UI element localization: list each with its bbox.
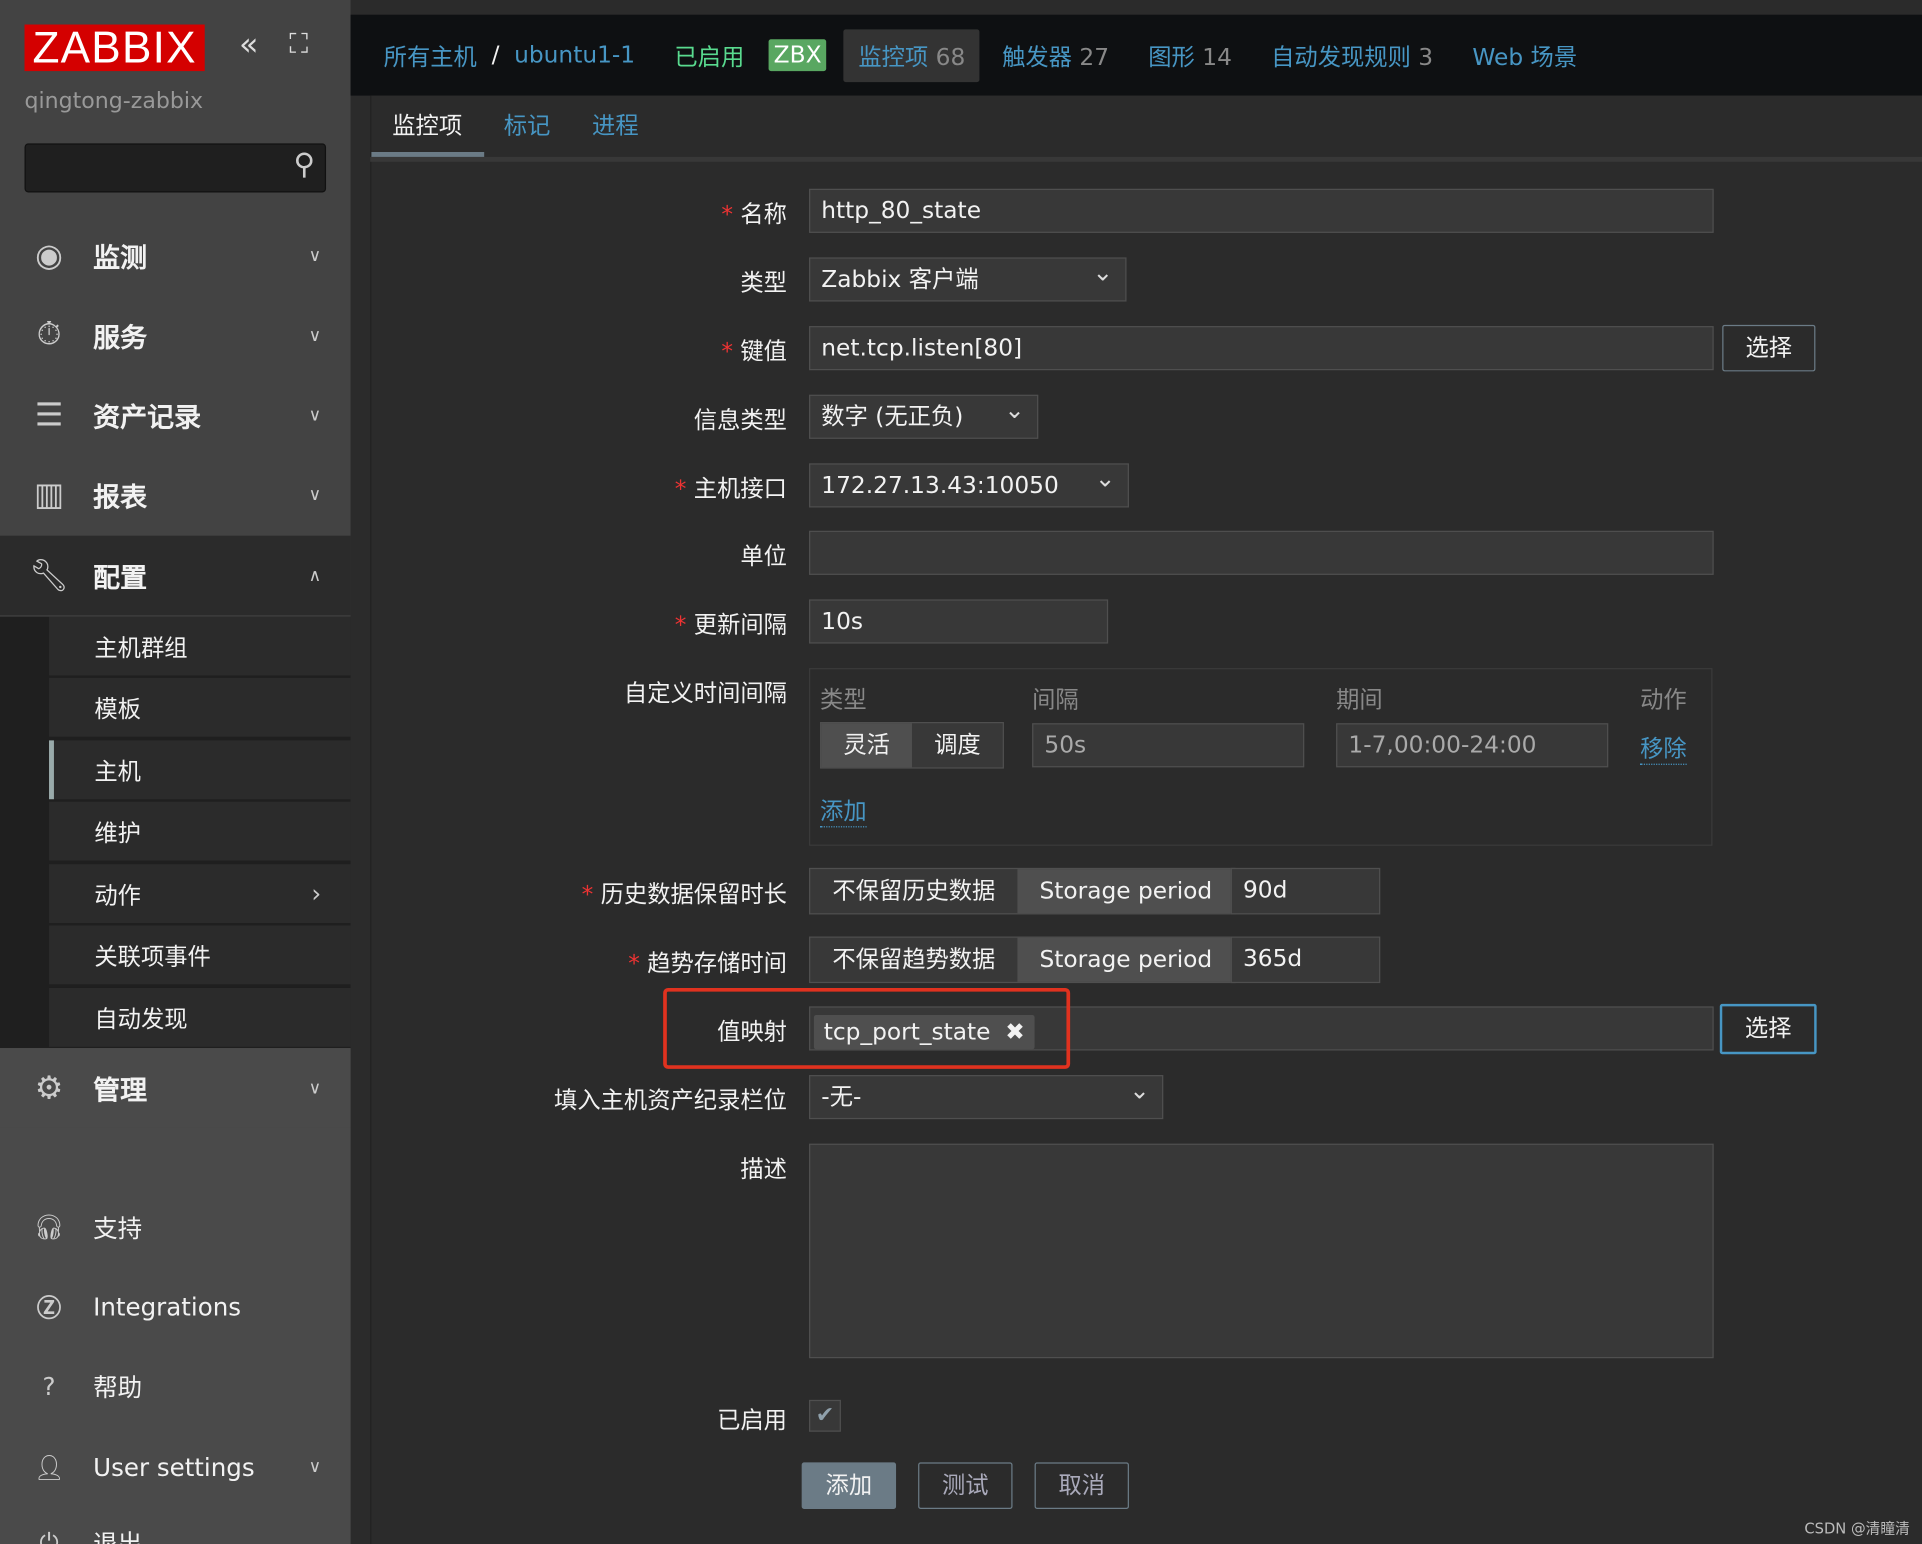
nav-graphs[interactable]: 图形 14 xyxy=(1148,39,1232,72)
menu-administration[interactable]: ⚙ 管理 ∨ xyxy=(0,1048,351,1128)
history-input[interactable]: 90d xyxy=(1230,867,1381,915)
menu-services[interactable]: ⏱ 服务 ∨ xyxy=(0,295,351,375)
scheduling-option[interactable]: 调度 xyxy=(912,723,1003,767)
tab-preprocessing[interactable]: 进程 xyxy=(592,108,639,141)
kiosk-mode-icon[interactable]: ⛶ xyxy=(289,29,308,60)
stopwatch-icon: ⏱ xyxy=(36,316,62,354)
test-button[interactable]: 测试 xyxy=(918,1462,1013,1509)
user-icon: 👤︎ xyxy=(33,1451,65,1482)
menu-configuration[interactable]: 🔧︎ 配置 ∧ xyxy=(0,535,351,616)
flexible-option[interactable]: 灵活 xyxy=(821,723,913,768)
menu-integrations[interactable]: Ⓩ Integrations xyxy=(0,1266,351,1346)
collapse-sidebar-icon[interactable]: « xyxy=(239,27,259,64)
tab-tags[interactable]: 标记 xyxy=(504,108,551,141)
submenu-hosts[interactable]: 主机 xyxy=(49,740,351,800)
zabbix-z-icon: Ⓩ xyxy=(36,1293,62,1323)
nav-web-scenarios[interactable]: Web 场景 xyxy=(1472,39,1577,72)
history-mode-toggle[interactable]: 不保留历史数据 Storage period xyxy=(809,867,1236,915)
chevron-down-icon: ∨ xyxy=(308,245,322,266)
tab-item[interactable]: 监控项 xyxy=(392,108,462,141)
nav-discovery-rules[interactable]: 自动发现规则 3 xyxy=(1271,39,1433,72)
submenu-event-correlation[interactable]: 关联项事件 xyxy=(49,925,351,985)
description-textarea[interactable] xyxy=(809,1143,1714,1359)
chevron-down-icon: ∨ xyxy=(308,325,322,346)
search-icon[interactable]: ⚲ xyxy=(293,147,315,181)
host-navigation: 所有主机 / ubuntu1-1 已启用 ZBX 监控项 68 触发器 27 图… xyxy=(350,14,1922,96)
gear-icon: ⚙ xyxy=(34,1069,64,1107)
cancel-button[interactable]: 取消 xyxy=(1034,1462,1129,1509)
search-input[interactable]: ⚲ xyxy=(24,143,327,193)
zabbix-logo[interactable]: ZABBIX xyxy=(24,24,205,72)
custom-interval-input[interactable]: 50s xyxy=(1032,723,1305,768)
menu-sign-out[interactable]: ⏻ 退出 xyxy=(0,1502,351,1544)
trends-mode-toggle[interactable]: 不保留趋势数据 Storage period xyxy=(809,936,1236,984)
highlight-box xyxy=(663,987,1071,1069)
submenu-discovery[interactable]: 自动发现 xyxy=(49,987,351,1047)
name-input[interactable]: http_80_state xyxy=(809,188,1714,233)
headset-icon: 🎧︎ xyxy=(33,1211,65,1242)
units-input[interactable] xyxy=(809,530,1714,575)
submenu-actions[interactable]: 动作 › xyxy=(49,864,351,924)
sidebar: ZABBIX « ⛶ qingtong-zabbix ⚲ ◉ 监测 ∨ ⏱ 服务 ∨ ☰… xyxy=(0,0,351,1544)
chevron-down-icon: ∨ xyxy=(308,1078,322,1098)
chevron-down-icon: ∨ xyxy=(308,484,322,505)
eye-icon: ◉ xyxy=(35,237,63,274)
chevron-down-icon: ∨ xyxy=(308,405,322,425)
custom-period-input[interactable]: 1-7,00:00-24:00 xyxy=(1336,723,1609,768)
chevron-right-icon: › xyxy=(311,878,322,909)
power-icon: ⏻ xyxy=(39,1526,59,1544)
nav-items[interactable]: 监控项 68 xyxy=(843,28,981,82)
trends-input[interactable]: 365d xyxy=(1230,936,1381,984)
submenu-templates[interactable]: 模板 xyxy=(49,677,351,737)
list-icon: ☰ xyxy=(34,396,64,434)
wrench-icon: 🔧︎ xyxy=(28,557,70,594)
host-status[interactable]: 已启用 xyxy=(674,39,744,72)
update-interval-input[interactable]: 10s xyxy=(809,599,1109,644)
zbx-availability-badge: ZBX xyxy=(768,39,827,72)
add-interval-link[interactable]: 添加 xyxy=(820,793,867,828)
inventory-field-select[interactable]: -无- xyxy=(809,1069,1164,1120)
menu-user-settings[interactable]: 👤︎ User settings ∨ xyxy=(0,1427,351,1507)
submenu-host-groups[interactable]: 主机群组 xyxy=(49,616,351,676)
remove-interval-link[interactable]: 移除 xyxy=(1640,731,1687,765)
menu-inventory[interactable]: ☰ 资产记录 ∨ xyxy=(0,375,351,455)
nav-triggers[interactable]: 触发器 27 xyxy=(1002,39,1109,72)
host-interface-select[interactable]: 172.27.13.43:10050 xyxy=(809,457,1129,508)
help-icon: ? xyxy=(42,1371,56,1401)
chevron-down-icon: ∨ xyxy=(308,1456,322,1477)
watermark: CSDN @清瞳清 xyxy=(1804,1519,1910,1538)
menu-monitoring[interactable]: ◉ 监测 ∨ xyxy=(0,216,351,296)
breadcrumb-host[interactable]: ubuntu1-1 xyxy=(514,42,635,69)
add-button[interactable]: 添加 xyxy=(801,1462,897,1509)
key-input[interactable]: net.tcp.listen[80] xyxy=(809,326,1714,371)
interval-type-toggle[interactable]: 灵活 调度 xyxy=(820,721,1004,769)
menu-reports[interactable]: ▥ 报表 ∨ xyxy=(0,455,351,535)
enabled-checkbox[interactable]: ✔ xyxy=(809,1399,841,1432)
bar-chart-icon: ▥ xyxy=(33,476,65,513)
breadcrumb-all-hosts[interactable]: 所有主机 xyxy=(384,39,477,72)
info-type-select[interactable]: 数字 (无正负) xyxy=(809,389,1039,439)
key-select-button[interactable]: 选择 xyxy=(1722,324,1816,372)
chevron-up-icon: ∧ xyxy=(308,565,322,586)
menu-support[interactable]: 🎧︎ 支持 xyxy=(0,1187,351,1267)
server-name: qingtong-zabbix xyxy=(24,88,204,114)
menu-help[interactable]: ? 帮助 xyxy=(0,1346,351,1426)
value-mapping-select-button[interactable]: 选择 xyxy=(1719,1003,1817,1055)
type-select[interactable]: Zabbix 客户端 xyxy=(809,251,1127,302)
submenu-maintenance[interactable]: 维护 xyxy=(49,801,351,861)
